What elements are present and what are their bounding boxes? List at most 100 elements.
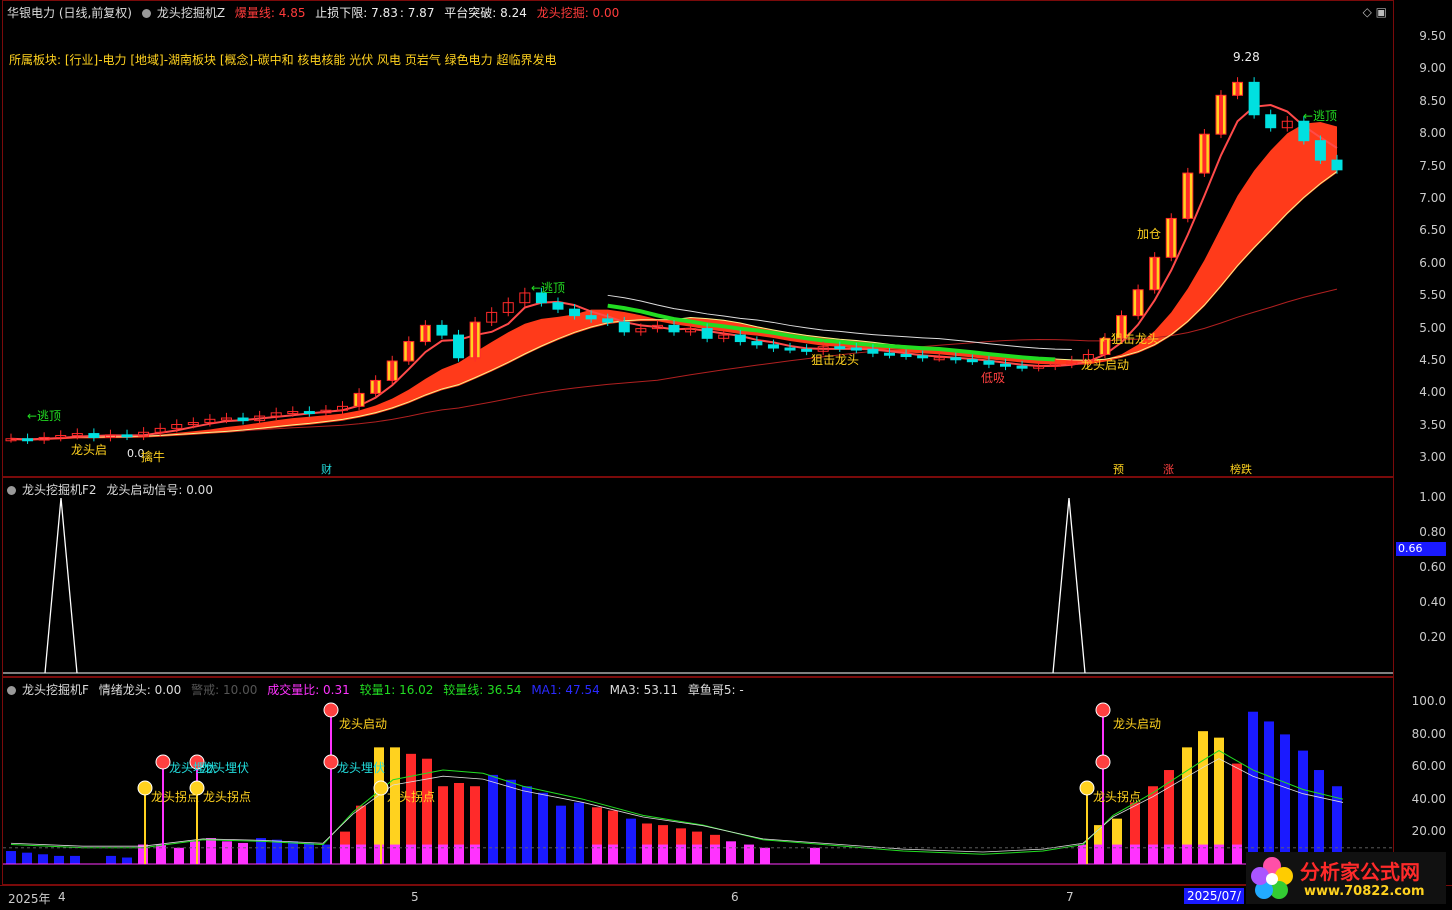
signal-spike xyxy=(44,497,78,674)
bull-label: 擒牛 xyxy=(141,450,166,464)
signal-marker-icon xyxy=(323,754,339,770)
volume-bar xyxy=(70,855,80,864)
candle-body xyxy=(552,302,564,310)
volume-bar xyxy=(574,802,584,864)
candle-core xyxy=(357,393,362,407)
main-chart-pane[interactable]: 华银电力 (日线,前复权) 龙头挖掘机Z 爆量线: 4.85 止损下限: 7.8… xyxy=(2,0,1394,477)
volume-bar xyxy=(726,841,736,864)
signal-marker-icon xyxy=(373,780,389,796)
candle-core xyxy=(423,325,428,342)
f2-axis-tick: 0.80 xyxy=(1419,525,1446,539)
f-axis-tick: 40.00 xyxy=(1411,791,1446,806)
f-axis-tick: 20.00 xyxy=(1411,824,1446,838)
candle-body xyxy=(1016,365,1028,369)
date-axis: 2025年 4 5 6 7 2025/07/ xyxy=(0,885,1452,910)
candle-body xyxy=(1000,363,1011,367)
candle-core xyxy=(1169,218,1174,258)
volume-bar xyxy=(1298,750,1308,864)
price-axis-tick: 9.00 xyxy=(1419,61,1446,76)
candle-body xyxy=(1298,120,1310,142)
signal-marker-icon xyxy=(137,780,153,796)
logo-url: www.70822.com xyxy=(1304,884,1425,899)
candle-body xyxy=(900,354,912,358)
f-label-ambush-3: 龙头埋伏 xyxy=(337,761,386,775)
price-axis-tick: 5.50 xyxy=(1419,288,1446,303)
volume-bar xyxy=(106,855,116,864)
flower-logo-icon xyxy=(1251,857,1293,899)
candlestick-chart xyxy=(5,77,1343,444)
candle-body xyxy=(303,411,315,415)
candle-core xyxy=(406,341,411,361)
f-label-turn-2: 龙头拐点 xyxy=(203,790,252,804)
event-yu[interactable]: 预 xyxy=(1113,461,1124,476)
candle-body xyxy=(1248,81,1260,116)
volume-bar xyxy=(222,841,232,864)
volume-bar xyxy=(238,842,248,864)
event-bang[interactable]: 榜跌 xyxy=(1230,461,1252,476)
price-axis-tick: 8.50 xyxy=(1419,93,1446,108)
trend-ribbon xyxy=(11,122,1337,441)
volume-bar xyxy=(1264,721,1274,864)
price-axis-tick: 5.00 xyxy=(1419,320,1446,335)
volume-bar xyxy=(272,839,282,864)
candle-body xyxy=(436,324,448,336)
candle-body xyxy=(1331,159,1343,171)
signal-marker-icon xyxy=(1095,754,1111,770)
candle-core xyxy=(1152,257,1157,290)
candle-body xyxy=(668,324,680,333)
f-label-launch-1: 龙头启动 xyxy=(339,717,388,731)
date-year: 2025年 xyxy=(8,892,51,906)
date-jul: 7 xyxy=(1066,890,1074,904)
volume-bar xyxy=(22,852,32,864)
price-axis-tick: 4.00 xyxy=(1419,385,1446,400)
event-cai[interactable]: 财 xyxy=(321,461,332,476)
event-zhang[interactable]: 涨 xyxy=(1163,461,1174,476)
candle-core xyxy=(1235,82,1240,96)
logo-text: 分析家公式网 xyxy=(1300,860,1420,884)
volume-bar xyxy=(760,847,770,864)
candle-body xyxy=(850,347,862,351)
price-axis-tick: 6.00 xyxy=(1419,255,1446,270)
f-label-ambush-2: 龙头埋伏 xyxy=(201,761,250,775)
f-indicator-pane[interactable]: 龙头挖掘机F 情绪龙头: 0.00 警戒: 10.00 成交量比: 0.31 较… xyxy=(2,677,1394,885)
volume-bar xyxy=(38,854,48,864)
candle-body xyxy=(602,318,614,323)
volume-bar xyxy=(6,851,16,864)
candle-body xyxy=(734,334,746,343)
volume-bar xyxy=(206,838,216,864)
candle-body xyxy=(585,315,597,320)
candle-core xyxy=(1202,134,1207,174)
f2-indicator-pane[interactable]: 龙头挖掘机F2 龙头启动信号: 0.00 xyxy=(2,477,1394,677)
escape-label-1: ←逃顶 xyxy=(27,409,62,423)
f-label-turn-4: 龙头拐点 xyxy=(1093,790,1142,804)
price-axis-tick: 4.50 xyxy=(1419,353,1446,367)
volume-bar xyxy=(190,841,200,864)
f2-axis-tick: 0.60 xyxy=(1419,560,1446,574)
candle-core xyxy=(473,322,478,358)
candle-core xyxy=(373,380,378,394)
date-may: 5 xyxy=(411,890,419,904)
candle-body xyxy=(917,355,929,359)
candle-body xyxy=(1265,114,1277,129)
f2-axis-tick: 0.40 xyxy=(1419,595,1446,609)
launch-signal-chart xyxy=(3,497,1393,674)
volume-bar xyxy=(626,818,636,864)
candle-body xyxy=(453,334,465,359)
f-label-turn-1: 龙头拐点 xyxy=(151,790,200,804)
date-cursor: 2025/07/ xyxy=(1184,888,1244,904)
date-apr: 4 xyxy=(58,890,66,904)
f-axis-tick: 80.00 xyxy=(1411,726,1446,741)
high-price-label: 9.28 xyxy=(1233,50,1260,64)
volume-bar xyxy=(54,855,64,864)
escape-label-3: ←逃顶 xyxy=(1303,109,1338,123)
price-axis-tick: 7.00 xyxy=(1419,191,1446,205)
volume-bar xyxy=(122,857,132,864)
candle-body xyxy=(834,346,846,350)
site-logo: 分析家公式网 www.70822.com xyxy=(1246,852,1446,904)
candle-body xyxy=(237,417,249,422)
f2-value-marker: 0.66 xyxy=(1396,542,1446,556)
f-label-turn-3: 龙头拐点 xyxy=(387,790,436,804)
f-label-launch-2: 龙头启动 xyxy=(1113,717,1162,731)
price-axis-tick: 6.50 xyxy=(1419,223,1446,238)
signal-marker-icon xyxy=(1079,780,1095,796)
